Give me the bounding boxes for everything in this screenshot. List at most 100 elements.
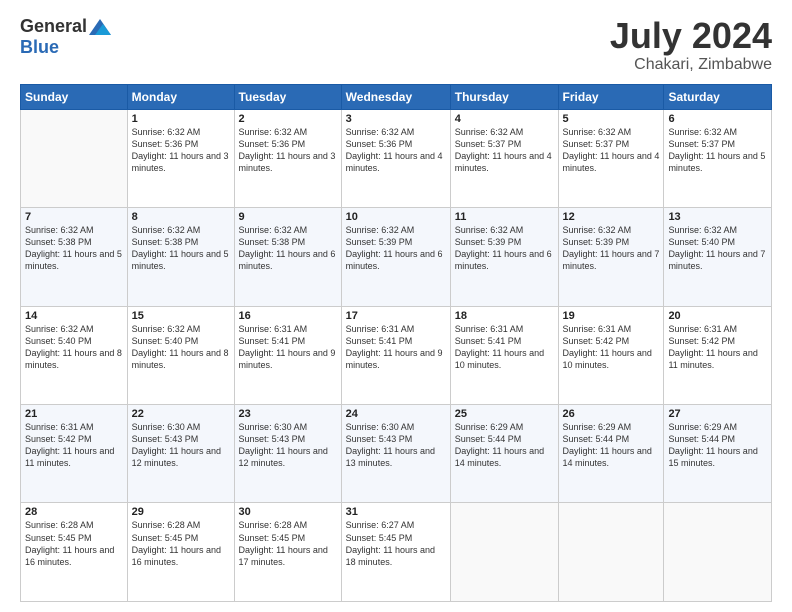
day-number: 29 [132,506,230,518]
table-row: 23Sunrise: 6:30 AMSunset: 5:43 PMDayligh… [234,405,341,503]
day-number: 1 [132,113,230,125]
day-number: 22 [132,408,230,420]
table-row [21,109,128,207]
day-info: Sunrise: 6:31 AMSunset: 5:42 PMDaylight:… [668,323,767,372]
day-info: Sunrise: 6:32 AMSunset: 5:40 PMDaylight:… [668,224,767,273]
table-row [450,503,558,602]
table-row: 4Sunrise: 6:32 AMSunset: 5:37 PMDaylight… [450,109,558,207]
logo: General Blue [20,16,111,58]
header-tuesday: Tuesday [234,84,341,109]
day-info: Sunrise: 6:32 AMSunset: 5:38 PMDaylight:… [25,224,123,273]
day-info: Sunrise: 6:30 AMSunset: 5:43 PMDaylight:… [346,421,446,470]
day-number: 30 [239,506,337,518]
calendar-week-row: 7Sunrise: 6:32 AMSunset: 5:38 PMDaylight… [21,208,772,306]
table-row: 17Sunrise: 6:31 AMSunset: 5:41 PMDayligh… [341,306,450,404]
logo-general-text: General [20,16,87,37]
day-number: 13 [668,211,767,223]
day-info: Sunrise: 6:31 AMSunset: 5:41 PMDaylight:… [239,323,337,372]
header-saturday: Saturday [664,84,772,109]
day-info: Sunrise: 6:31 AMSunset: 5:42 PMDaylight:… [563,323,660,372]
table-row: 24Sunrise: 6:30 AMSunset: 5:43 PMDayligh… [341,405,450,503]
day-info: Sunrise: 6:31 AMSunset: 5:41 PMDaylight:… [346,323,446,372]
table-row: 20Sunrise: 6:31 AMSunset: 5:42 PMDayligh… [664,306,772,404]
day-number: 27 [668,408,767,420]
table-row: 14Sunrise: 6:32 AMSunset: 5:40 PMDayligh… [21,306,128,404]
month-title: July 2024 [610,16,772,56]
day-info: Sunrise: 6:30 AMSunset: 5:43 PMDaylight:… [239,421,337,470]
page: General Blue July 2024 Chakari, Zimbabwe… [0,0,792,612]
calendar-table: Sunday Monday Tuesday Wednesday Thursday… [20,84,772,602]
day-info: Sunrise: 6:32 AMSunset: 5:37 PMDaylight:… [563,126,660,175]
header-monday: Monday [127,84,234,109]
day-number: 19 [563,310,660,322]
day-info: Sunrise: 6:29 AMSunset: 5:44 PMDaylight:… [563,421,660,470]
table-row: 8Sunrise: 6:32 AMSunset: 5:38 PMDaylight… [127,208,234,306]
day-info: Sunrise: 6:32 AMSunset: 5:39 PMDaylight:… [346,224,446,273]
day-number: 31 [346,506,446,518]
logo-icon [89,19,111,35]
table-row: 16Sunrise: 6:31 AMSunset: 5:41 PMDayligh… [234,306,341,404]
day-info: Sunrise: 6:29 AMSunset: 5:44 PMDaylight:… [455,421,554,470]
day-info: Sunrise: 6:28 AMSunset: 5:45 PMDaylight:… [132,519,230,568]
table-row: 22Sunrise: 6:30 AMSunset: 5:43 PMDayligh… [127,405,234,503]
day-number: 4 [455,113,554,125]
table-row: 1Sunrise: 6:32 AMSunset: 5:36 PMDaylight… [127,109,234,207]
day-number: 8 [132,211,230,223]
day-number: 7 [25,211,123,223]
day-info: Sunrise: 6:29 AMSunset: 5:44 PMDaylight:… [668,421,767,470]
table-row: 15Sunrise: 6:32 AMSunset: 5:40 PMDayligh… [127,306,234,404]
day-info: Sunrise: 6:32 AMSunset: 5:40 PMDaylight:… [25,323,123,372]
location-title: Chakari, Zimbabwe [610,56,772,74]
table-row: 9Sunrise: 6:32 AMSunset: 5:38 PMDaylight… [234,208,341,306]
table-row: 2Sunrise: 6:32 AMSunset: 5:36 PMDaylight… [234,109,341,207]
table-row: 30Sunrise: 6:28 AMSunset: 5:45 PMDayligh… [234,503,341,602]
day-number: 17 [346,310,446,322]
day-number: 15 [132,310,230,322]
header-wednesday: Wednesday [341,84,450,109]
day-number: 5 [563,113,660,125]
day-number: 24 [346,408,446,420]
table-row [664,503,772,602]
day-info: Sunrise: 6:32 AMSunset: 5:36 PMDaylight:… [239,126,337,175]
table-row: 7Sunrise: 6:32 AMSunset: 5:38 PMDaylight… [21,208,128,306]
table-row: 21Sunrise: 6:31 AMSunset: 5:42 PMDayligh… [21,405,128,503]
day-number: 25 [455,408,554,420]
calendar-week-row: 21Sunrise: 6:31 AMSunset: 5:42 PMDayligh… [21,405,772,503]
day-info: Sunrise: 6:32 AMSunset: 5:37 PMDaylight:… [668,126,767,175]
table-row: 3Sunrise: 6:32 AMSunset: 5:36 PMDaylight… [341,109,450,207]
day-info: Sunrise: 6:31 AMSunset: 5:41 PMDaylight:… [455,323,554,372]
day-info: Sunrise: 6:28 AMSunset: 5:45 PMDaylight:… [239,519,337,568]
header-friday: Friday [558,84,664,109]
day-info: Sunrise: 6:32 AMSunset: 5:38 PMDaylight:… [132,224,230,273]
day-info: Sunrise: 6:32 AMSunset: 5:36 PMDaylight:… [132,126,230,175]
calendar-week-row: 1Sunrise: 6:32 AMSunset: 5:36 PMDaylight… [21,109,772,207]
day-number: 11 [455,211,554,223]
day-info: Sunrise: 6:32 AMSunset: 5:40 PMDaylight:… [132,323,230,372]
day-info: Sunrise: 6:32 AMSunset: 5:39 PMDaylight:… [455,224,554,273]
table-row: 10Sunrise: 6:32 AMSunset: 5:39 PMDayligh… [341,208,450,306]
day-number: 21 [25,408,123,420]
calendar-week-row: 14Sunrise: 6:32 AMSunset: 5:40 PMDayligh… [21,306,772,404]
table-row: 27Sunrise: 6:29 AMSunset: 5:44 PMDayligh… [664,405,772,503]
table-row [558,503,664,602]
table-row: 28Sunrise: 6:28 AMSunset: 5:45 PMDayligh… [21,503,128,602]
day-info: Sunrise: 6:30 AMSunset: 5:43 PMDaylight:… [132,421,230,470]
table-row: 26Sunrise: 6:29 AMSunset: 5:44 PMDayligh… [558,405,664,503]
day-info: Sunrise: 6:32 AMSunset: 5:37 PMDaylight:… [455,126,554,175]
day-info: Sunrise: 6:32 AMSunset: 5:36 PMDaylight:… [346,126,446,175]
day-number: 3 [346,113,446,125]
day-info: Sunrise: 6:32 AMSunset: 5:39 PMDaylight:… [563,224,660,273]
table-row: 5Sunrise: 6:32 AMSunset: 5:37 PMDaylight… [558,109,664,207]
day-info: Sunrise: 6:27 AMSunset: 5:45 PMDaylight:… [346,519,446,568]
day-info: Sunrise: 6:28 AMSunset: 5:45 PMDaylight:… [25,519,123,568]
day-number: 2 [239,113,337,125]
calendar-header-row: Sunday Monday Tuesday Wednesday Thursday… [21,84,772,109]
table-row: 18Sunrise: 6:31 AMSunset: 5:41 PMDayligh… [450,306,558,404]
day-number: 16 [239,310,337,322]
day-number: 12 [563,211,660,223]
day-number: 26 [563,408,660,420]
header-thursday: Thursday [450,84,558,109]
header: General Blue July 2024 Chakari, Zimbabwe [20,16,772,74]
header-sunday: Sunday [21,84,128,109]
day-number: 23 [239,408,337,420]
